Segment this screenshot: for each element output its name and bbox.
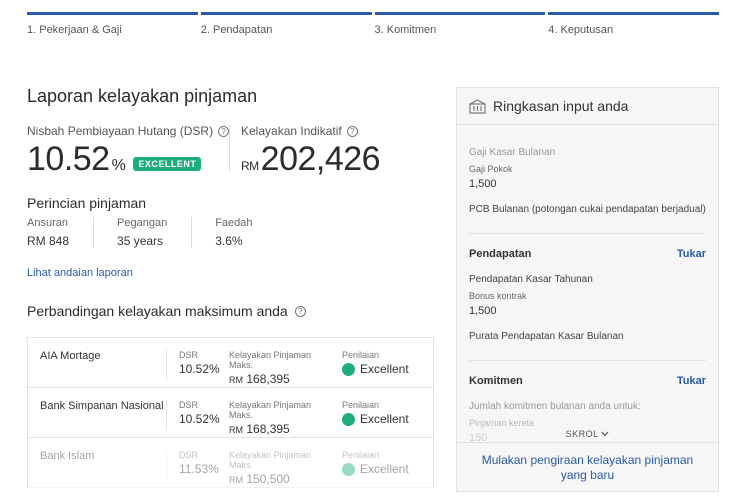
income-heading: Pendapatan <box>469 248 532 260</box>
bank-name: Bank Islam <box>28 450 167 480</box>
income-section: Pendapatan Tukar Pendapatan Kasar Tahuna… <box>469 234 706 361</box>
step-2[interactable]: 2. Pendapatan <box>200 12 372 36</box>
salary-section: Gaji Kasar Bulanan Gaji Pokok 1,500 PCB … <box>469 125 706 234</box>
step-1[interactable]: 1. Pekerjaan & Gaji <box>27 12 198 36</box>
help-icon[interactable]: ? <box>294 305 306 317</box>
installment: Ansuran RM 848 <box>27 217 70 248</box>
interest: Faedah 3.6% <box>191 217 276 248</box>
bank-name: Bank Simpanan Nasional <box>28 400 167 430</box>
status-dot-icon <box>342 412 355 426</box>
dsr-unit: % <box>111 157 126 174</box>
progress-stepper: 1. Pekerjaan & Gaji 2. Pendapatan 3. Kom… <box>27 12 719 36</box>
bank-name: AIA Mortage <box>28 350 167 380</box>
eligibility-label: Kelayakan Indikatif <box>241 124 342 138</box>
commitment-heading: Komitmen <box>469 375 523 387</box>
dsr-metric: Nisbah Pembiayaan Hutang (DSR) ? 10.52 %… <box>27 124 230 179</box>
loan-details-title: Perincian pinjaman <box>27 195 147 211</box>
help-icon[interactable]: ? <box>218 125 230 137</box>
status-dot-icon <box>342 462 355 476</box>
new-calculation-button[interactable]: Mulakan pengiraan kelayakan pinjaman yan… <box>457 442 718 491</box>
step-3[interactable]: 3. Komitmen <box>374 12 546 36</box>
dsr-label: Nisbah Pembiayaan Hutang (DSR) <box>27 124 214 138</box>
table-row[interactable]: Bank Islam DSR 11.53% Kelayakan Pinjaman… <box>28 438 433 488</box>
edit-income-link[interactable]: Tukar <box>677 248 706 260</box>
page-title: Laporan kelayakan pinjaman <box>27 86 258 106</box>
status-badge: EXCELLENT <box>133 156 202 171</box>
step-4[interactable]: 4. Keputusan <box>548 12 719 36</box>
tenure: Pegangan 35 years <box>93 217 191 248</box>
view-assumptions-link[interactable]: Lihat andaian laporan <box>27 267 133 279</box>
loan-details: Ansuran RM 848 Pegangan 35 years Faedah … <box>27 217 277 248</box>
comparison-table: AIA Mortage DSR 10.52% Kelayakan Pinjama… <box>27 337 434 488</box>
table-row[interactable]: Bank Simpanan Nasional DSR 10.52% Kelaya… <box>28 388 433 438</box>
panel-header: Ringkasan input anda <box>457 88 718 125</box>
divider <box>229 126 230 172</box>
status-dot-icon <box>342 362 355 376</box>
panel-title: Ringkasan input anda <box>493 98 629 114</box>
help-icon[interactable]: ? <box>346 125 358 137</box>
chevron-down-icon <box>601 431 609 437</box>
currency-label: RM <box>241 159 259 173</box>
building-icon <box>469 98 486 114</box>
eligibility-value: 202,426 <box>260 140 381 178</box>
comparison-title: Perbandingan kelayakan maksimum anda ? <box>27 303 306 319</box>
edit-commitment-link[interactable]: Tukar <box>677 375 706 387</box>
table-row[interactable]: AIA Mortage DSR 10.52% Kelayakan Pinjama… <box>28 338 433 388</box>
eligibility-metric: Kelayakan Indikatif ? RM 202,426 <box>241 124 381 179</box>
input-summary-panel: Ringkasan input anda Gaji Kasar Bulanan … <box>456 87 719 492</box>
scroll-hint[interactable]: SKROL <box>457 429 718 439</box>
dsr-value: 10.52 <box>27 140 110 178</box>
